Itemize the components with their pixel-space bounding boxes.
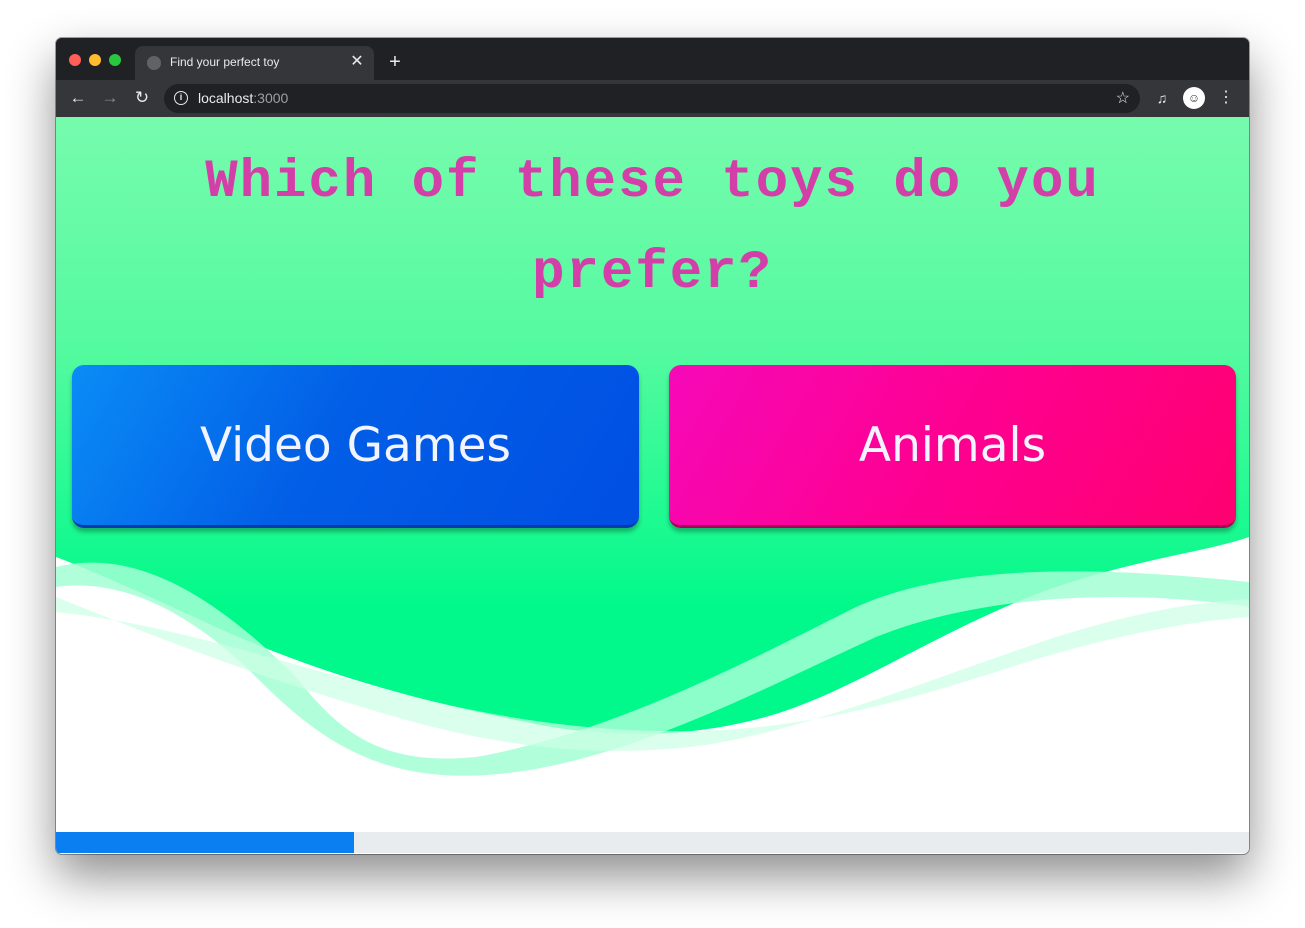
kebab-menu-icon[interactable]: ⋮ [1218,88,1234,108]
window-minimize-button[interactable] [89,54,101,66]
progress-bar [56,832,1249,853]
window-maximize-button[interactable] [109,54,121,66]
back-arrow-icon[interactable]: ← [68,88,88,108]
browser-toolbar: ← → ↻ i localhost:3000 ☆ ♫ ☺ ⋮ [56,80,1249,117]
star-icon[interactable]: ☆ [1116,88,1130,108]
browser-tab[interactable]: Find your perfect toy ✕ [135,46,374,80]
url-port: :3000 [253,90,289,106]
new-tab-button[interactable]: + [384,51,406,73]
reload-icon[interactable]: ↻ [132,88,152,108]
forward-arrow-icon[interactable]: → [100,88,120,108]
address-bar[interactable]: i localhost:3000 ☆ [164,84,1140,113]
info-icon[interactable]: i [174,91,188,105]
tab-strip: Find your perfect toy ✕ + [56,38,1249,80]
media-controls-icon[interactable]: ♫ [1153,89,1171,107]
profile-avatar-icon[interactable]: ☺ [1183,87,1205,109]
tab-title: Find your perfect toy [170,55,280,69]
window-close-button[interactable] [69,54,81,66]
globe-icon [147,56,161,70]
close-icon[interactable]: ✕ [348,53,366,71]
page-viewport: Which of these toys do you prefer? Video… [56,117,1249,854]
url-host: localhost [198,90,254,106]
animals-button[interactable]: Animals [669,365,1236,528]
browser-window: Find your perfect toy ✕ + ← → ↻ i localh… [56,38,1249,854]
url-text: localhost:3000 [198,90,288,106]
question-heading: Which of these toys do you prefer? [205,152,1100,304]
progress-bar-fill [56,832,355,853]
video-games-button[interactable]: Video Games [72,365,639,528]
